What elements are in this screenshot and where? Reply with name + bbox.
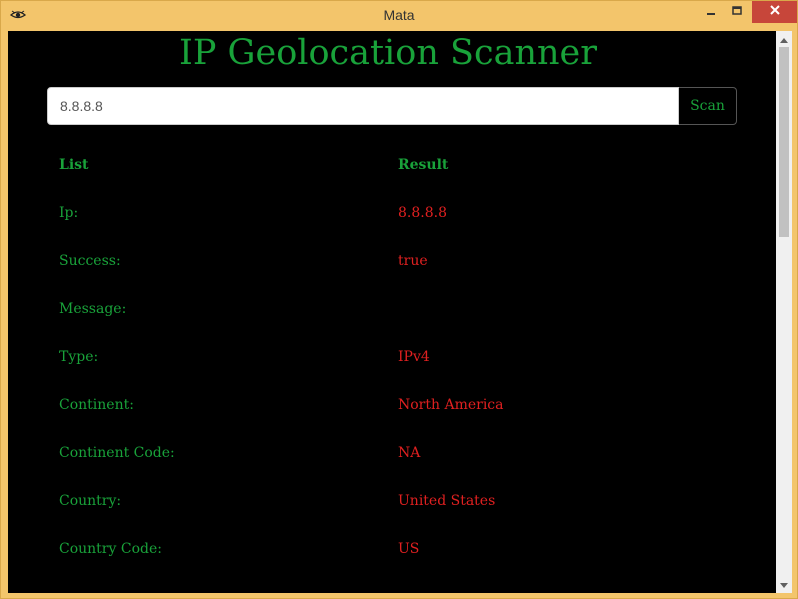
row-key: Country: — [59, 493, 122, 509]
row-key: Continent Code: — [59, 445, 175, 461]
header-list: List — [59, 157, 89, 173]
vertical-scrollbar[interactable] — [776, 31, 792, 593]
row-key: Continent: — [59, 397, 134, 413]
table-row: Message: — [59, 285, 749, 333]
row-key: Country Code: — [59, 541, 162, 557]
table-row: Continent Code: NA — [59, 429, 749, 477]
minimize-icon — [706, 3, 716, 21]
row-key: Message: — [59, 301, 127, 317]
client-area: IP Geolocation Scanner Scan List Result … — [8, 31, 792, 593]
app-window: Mata IP Geolocation Scanner Scan — [0, 0, 798, 599]
row-value: North America — [398, 397, 504, 413]
row-value: IPv4 — [398, 349, 430, 365]
table-row: Continent: North America — [59, 381, 749, 429]
maximize-button[interactable] — [724, 1, 750, 23]
row-value: United States — [398, 493, 496, 509]
search-bar: Scan — [47, 87, 737, 125]
row-value: 8.8.8.8 — [398, 205, 447, 221]
scroll-up-button[interactable] — [776, 31, 792, 47]
title-bar[interactable]: Mata — [1, 1, 797, 31]
scroll-down-button[interactable] — [776, 577, 792, 593]
scroll-up-arrow-icon — [780, 31, 788, 48]
table-row: Type: IPv4 — [59, 333, 749, 381]
scroll-down-arrow-icon — [780, 576, 788, 593]
scan-button[interactable]: Scan — [679, 87, 737, 125]
row-value: true — [398, 253, 428, 269]
scrollbar-thumb[interactable] — [779, 47, 789, 237]
results-table: List Result Ip: 8.8.8.8 Success: true Me… — [59, 141, 749, 573]
close-button[interactable] — [752, 1, 797, 23]
row-key: Type: — [59, 349, 99, 365]
maximize-icon — [732, 3, 742, 21]
row-key: Success: — [59, 253, 121, 269]
row-key: Ip: — [59, 205, 79, 221]
table-row: Country: United States — [59, 477, 749, 525]
header-result: Result — [398, 157, 449, 173]
window-title: Mata — [383, 7, 415, 23]
page-title: IP Geolocation Scanner — [179, 33, 597, 73]
close-icon — [769, 3, 781, 21]
minimize-button[interactable] — [698, 1, 724, 23]
row-value: US — [398, 541, 420, 557]
page-content: IP Geolocation Scanner Scan List Result … — [8, 31, 776, 593]
table-row: Ip: 8.8.8.8 — [59, 189, 749, 237]
table-row: Success: true — [59, 237, 749, 285]
ip-search-input[interactable] — [47, 87, 679, 125]
table-row: Country Code: US — [59, 525, 749, 573]
row-value: NA — [398, 445, 421, 461]
results-header-row: List Result — [59, 141, 749, 189]
